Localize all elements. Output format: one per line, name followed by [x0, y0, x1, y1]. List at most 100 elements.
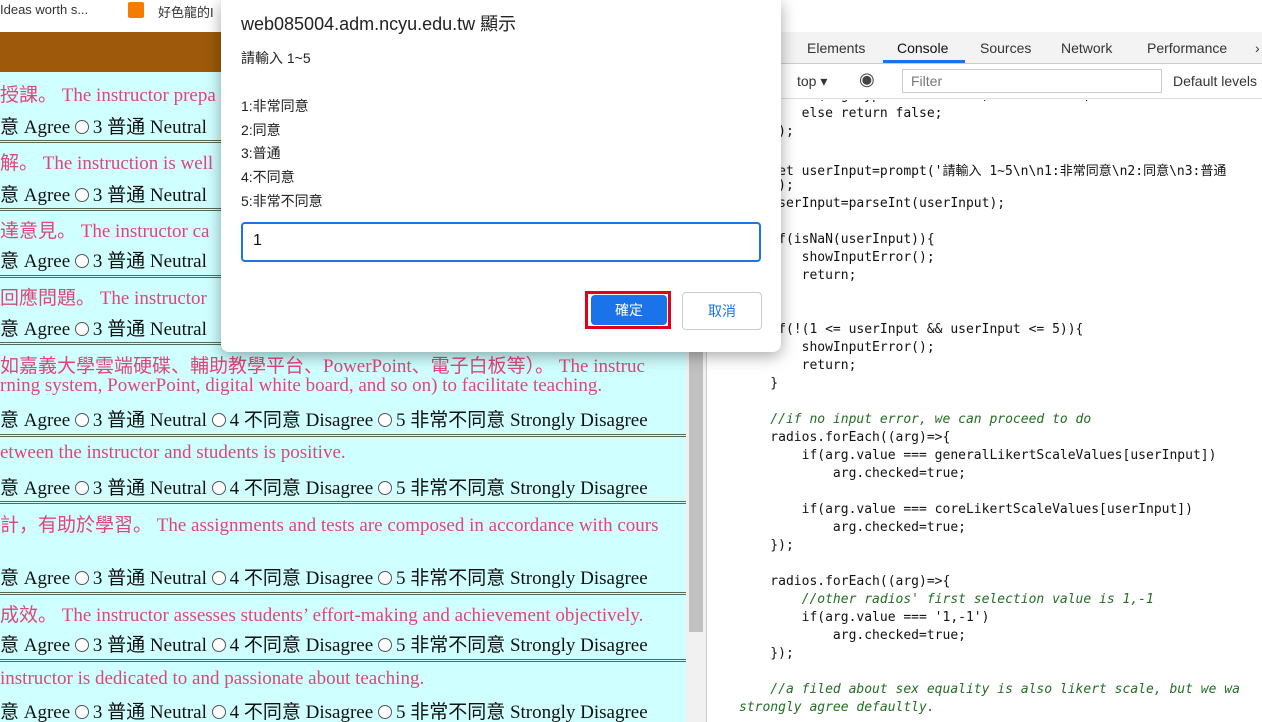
code-line: if(arg.value === generalLikertScaleValue… — [739, 448, 1217, 463]
option-disagree: 4 不同意 Disagree — [229, 702, 374, 722]
option-strongly-disagree: 5 非常不同意 Strongly Disagree — [395, 635, 648, 656]
radio-4[interactable] — [211, 705, 226, 719]
code-line: if(arg.type === 'radio') return true; — [739, 100, 1092, 103]
code-line: let userInput=prompt('請輸入 1~5\n\n1:非常同意\… — [739, 164, 1227, 179]
dialog-option-line: 4:不同意 — [241, 169, 295, 185]
option-neutral: 3 普通 Neutral — [92, 478, 207, 499]
radio-3[interactable] — [74, 413, 89, 427]
radio-3[interactable] — [74, 188, 89, 202]
radio-3[interactable] — [74, 481, 89, 495]
option-agree: 意 Agree — [0, 319, 71, 340]
question-1-options[interactable]: 意 Agree 3 普通 Neutral — [0, 112, 207, 139]
radio-3[interactable] — [74, 120, 89, 134]
code-line: //a filed about sex equality is also lik… — [739, 682, 1240, 697]
question-3-options[interactable]: 意 Agree 3 普通 Neutral — [0, 246, 207, 273]
code-line: radios.forEach((arg)=>{ — [739, 430, 951, 445]
radio-4[interactable] — [211, 571, 226, 585]
bookmark-blog[interactable]: 好色龍的I — [158, 2, 214, 21]
tab-network[interactable]: Network — [1061, 40, 1112, 56]
code-line: radios.forEach((arg)=>{ — [739, 574, 951, 589]
code-line: arg.checked=true; — [739, 466, 966, 481]
radio-5[interactable] — [377, 571, 392, 585]
divider — [0, 592, 686, 595]
dialog-title: web085004.adm.ncyu.edu.tw 顯示 — [241, 14, 517, 34]
divider — [0, 501, 686, 504]
option-strongly-disagree: 5 非常不同意 Strongly Disagree — [395, 702, 648, 722]
option-neutral: 3 普通 Neutral — [92, 319, 207, 340]
option-agree: 意 Agree — [0, 185, 71, 206]
question-7-options[interactable]: 意 Agree 3 普通 Neutral 4 不同意 Disagree 5 非常… — [0, 563, 648, 590]
eye-icon[interactable]: ◉ — [859, 69, 875, 90]
cancel-button[interactable]: 取消 — [682, 292, 762, 330]
code-line: arg.checked=true; — [739, 520, 966, 535]
divider — [0, 659, 686, 662]
code-line: }); — [739, 646, 794, 661]
dialog-input[interactable]: 1 — [241, 222, 761, 262]
code-line: strongly agree defaultly. — [739, 700, 935, 715]
dialog-option-line: 2:同意 — [241, 122, 281, 138]
option-disagree: 4 不同意 Disagree — [229, 410, 374, 431]
radio-4[interactable] — [211, 413, 226, 427]
question-2-options[interactable]: 意 Agree 3 普通 Neutral — [0, 180, 207, 207]
devtools-tabs: Elements Console Sources Network Perform… — [707, 32, 1262, 64]
code-line: if(!(1 <= userInput && userInput <= 5)){ — [739, 322, 1084, 337]
question-5-options[interactable]: 意 Agree 3 普通 Neutral 4 不同意 Disagree 5 非常… — [0, 405, 648, 432]
prompt-dialog: web085004.adm.ncyu.edu.tw 顯示 請輸入 1~5 1:非… — [221, 0, 781, 352]
log-levels-select[interactable]: Default levels — [1173, 73, 1257, 89]
tab-sources[interactable]: Sources — [980, 40, 1031, 56]
code-line: //other radios' first selection value is… — [739, 592, 1154, 607]
option-agree: 意 Agree — [0, 635, 71, 656]
tab-elements[interactable]: Elements — [807, 40, 865, 56]
console-filter-input[interactable]: Filter — [902, 69, 1162, 93]
option-disagree: 4 不同意 Disagree — [229, 478, 374, 499]
radio-3[interactable] — [74, 705, 89, 719]
blogger-icon — [128, 2, 144, 18]
radio-3[interactable] — [74, 638, 89, 652]
radio-3[interactable] — [74, 322, 89, 336]
option-strongly-disagree: 5 非常不同意 Strongly Disagree — [395, 478, 648, 499]
code-line: //if no input error, we can proceed to d… — [739, 412, 1092, 427]
question-5-text-line2: rning system, PowerPoint, digital white … — [0, 375, 603, 396]
option-agree: 意 Agree — [0, 410, 71, 431]
devtools-panel: Elements Console Sources Network Perform… — [706, 0, 1262, 722]
code-line: if(arg.value === '1,-1') — [739, 610, 990, 625]
bookmark-ideas[interactable]: Ideas worth s... — [0, 2, 88, 17]
radio-4[interactable] — [211, 638, 226, 652]
question-3-text: 達意見。 The instructor ca — [0, 221, 210, 242]
tab-console[interactable]: Console — [897, 40, 948, 56]
option-neutral: 3 普通 Neutral — [92, 117, 207, 138]
radio-5[interactable] — [377, 413, 392, 427]
radio-4[interactable] — [211, 481, 226, 495]
radio-5[interactable] — [377, 638, 392, 652]
question-9-text: instructor is dedicated to and passionat… — [0, 668, 425, 689]
question-9-options[interactable]: 意 Agree 3 普通 Neutral 4 不同意 Disagree 5 非常… — [0, 697, 648, 722]
question-8-options[interactable]: 意 Agree 3 普通 Neutral 4 不同意 Disagree 5 非常… — [0, 630, 648, 657]
radio-5[interactable] — [377, 705, 392, 719]
context-select[interactable]: top ▾ — [797, 73, 827, 90]
code-line: } — [739, 376, 779, 391]
option-neutral: 3 普通 Neutral — [92, 635, 207, 656]
option-neutral: 3 普通 Neutral — [92, 251, 207, 272]
option-strongly-disagree: 5 非常不同意 Strongly Disagree — [395, 410, 648, 431]
question-7-text: 計，有助於學習。 The assignments and tests are c… — [0, 515, 659, 536]
dialog-option-line: 1:非常同意 — [241, 98, 309, 114]
question-6-options[interactable]: 意 Agree 3 普通 Neutral 4 不同意 Disagree 5 非常… — [0, 473, 648, 500]
option-agree: 意 Agree — [0, 478, 71, 499]
option-agree: 意 Agree — [0, 702, 71, 722]
ok-button[interactable]: 確定 — [591, 295, 667, 325]
option-neutral: 3 普通 Neutral — [92, 185, 207, 206]
active-tab-indicator — [883, 60, 965, 63]
question-1-text: 授課。 The instructor prepa — [0, 85, 216, 106]
code-line: if(arg.value === coreLikertScaleValues[u… — [739, 502, 1193, 517]
more-tabs-icon[interactable]: › — [1255, 40, 1260, 56]
tab-performance[interactable]: Performance — [1147, 40, 1227, 56]
option-strongly-disagree: 5 非常不同意 Strongly Disagree — [395, 568, 648, 589]
question-4-options[interactable]: 意 Agree 3 普通 Neutral — [0, 314, 207, 341]
dialog-option-line: 5:非常不同意 — [241, 193, 323, 209]
radio-3[interactable] — [74, 254, 89, 268]
option-disagree: 4 不同意 Disagree — [229, 635, 374, 656]
option-neutral: 3 普通 Neutral — [92, 702, 207, 722]
question-4-text: 回應問題。 The instructor — [0, 288, 207, 309]
radio-5[interactable] — [377, 481, 392, 495]
radio-3[interactable] — [74, 571, 89, 585]
